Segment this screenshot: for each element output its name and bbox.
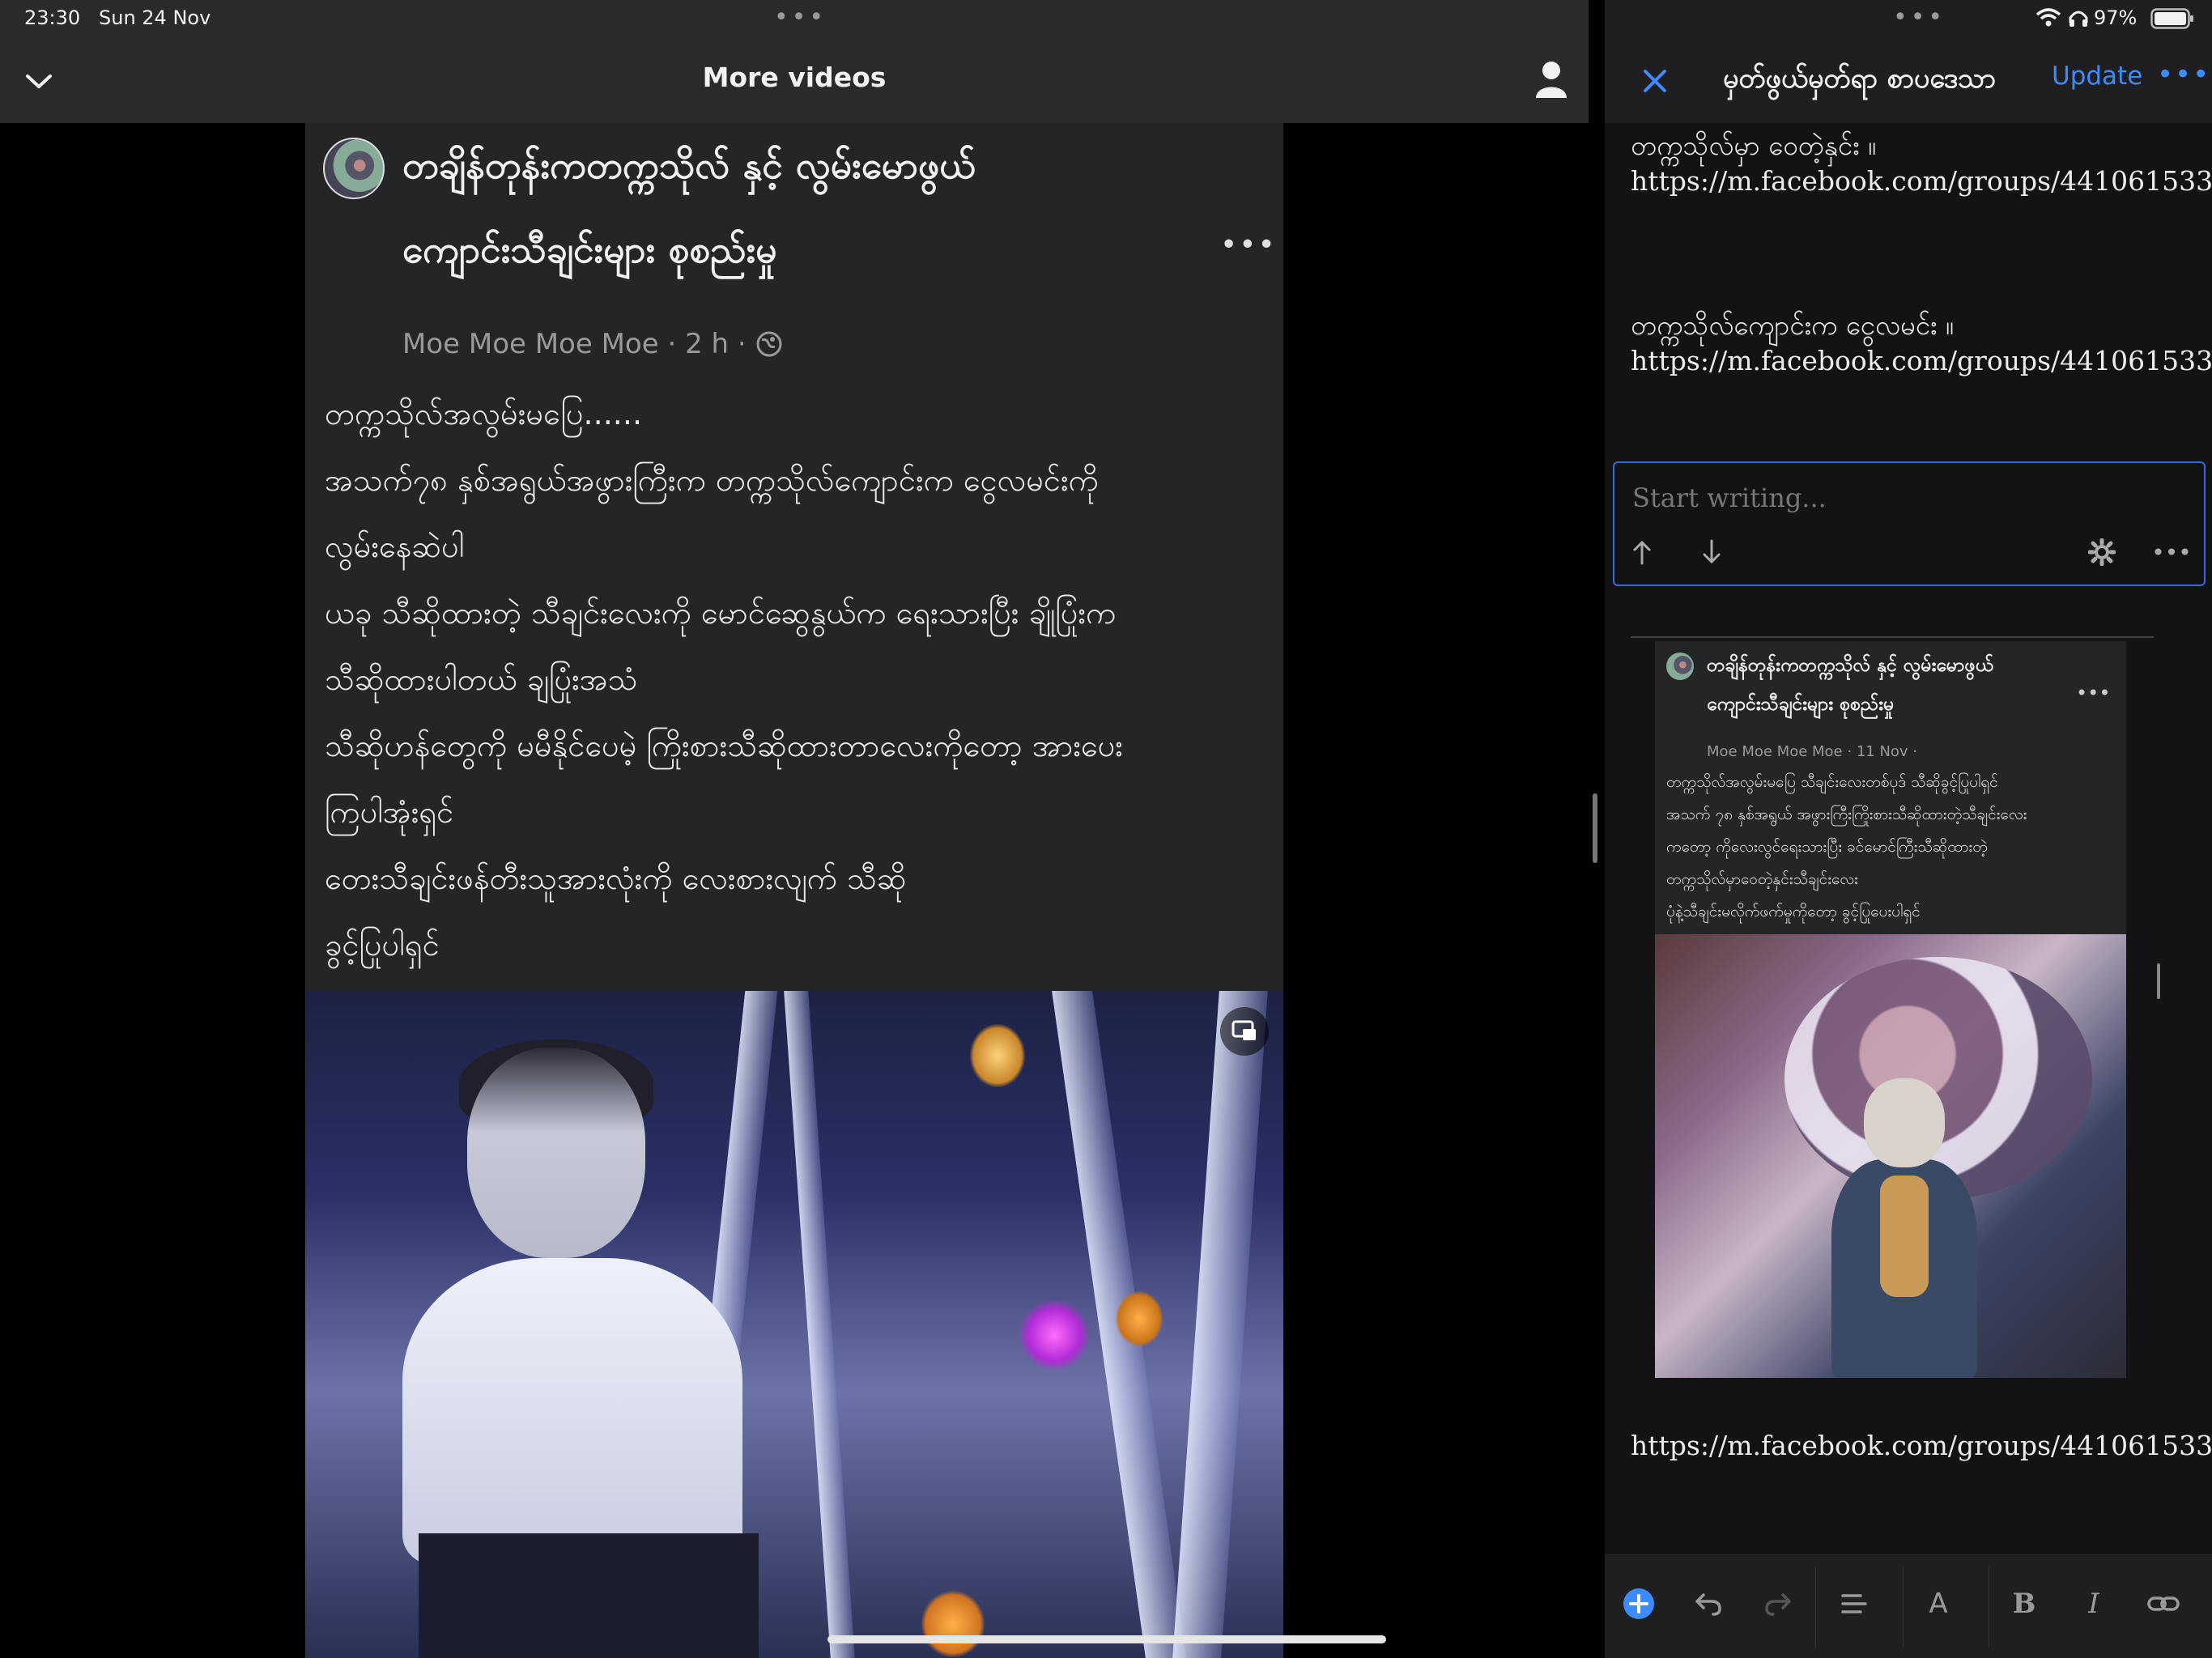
post-body: တက္ကသိုလ်အလွမ်းမပြေ...... အသက်၇၈ နှစ်အရွ… xyxy=(325,380,1272,978)
post-body-line: အသက်၇၈ နှစ်အရွယ်အဖွားကြီးက တက္ကသိုလ်ကျော… xyxy=(325,462,1099,498)
align-icon[interactable] xyxy=(1830,1579,1878,1628)
note-paragraph[interactable]: တက္ကသိုလ်မှာ ဝေတဲ့နှင်း ။ https://m.face… xyxy=(1631,128,2212,199)
video-nav-bar: More videos xyxy=(0,37,1589,123)
new-paragraph-block[interactable]: Start writing... ••• xyxy=(1613,461,2206,586)
undo-icon[interactable] xyxy=(1684,1579,1733,1628)
toolbar-divider xyxy=(1815,1567,1816,1647)
embed-avatar xyxy=(1666,653,1694,680)
italic-button[interactable]: I xyxy=(2069,1579,2118,1628)
embed-time: 11 Nov xyxy=(1856,743,1908,760)
nav-title: More videos xyxy=(702,62,887,93)
battery-percent: 97% xyxy=(2094,6,2138,29)
embed-body-line: အသက် ၇၈ နှစ်အရွယ် အဖွားကြီးကြိုးစားသီဆို… xyxy=(1666,806,2027,823)
embed-more-icon: ••• xyxy=(2076,682,2111,704)
bold-button[interactable]: B xyxy=(2000,1579,2048,1628)
move-up-icon[interactable] xyxy=(1626,534,1658,570)
meta-separator: · xyxy=(737,328,747,360)
video-lantern xyxy=(1115,1290,1163,1347)
multitask-dots-icon[interactable]: ••• xyxy=(774,3,827,32)
embed-meta: Moe Moe Moe Moe · 11 Nov · xyxy=(1707,743,1918,760)
multitask-dots-icon[interactable]: ••• xyxy=(1893,3,1946,32)
post-body-line: တေးသီချင်းဖန်တီးသူအားလုံးကို လေးစားလျက် … xyxy=(325,861,907,896)
post-body-line: တက္ကသိုလ်အလွမ်းမပြေ...... xyxy=(325,396,643,432)
editor-toolbar: A B I xyxy=(1605,1554,2212,1658)
video-person xyxy=(402,1039,759,1658)
group-avatar[interactable] xyxy=(323,138,385,199)
picture-in-picture-icon[interactable] xyxy=(1220,1007,1269,1056)
battery-icon xyxy=(2150,8,2194,32)
status-bar-right: ••• 97% xyxy=(1605,0,2212,37)
note-paragraph-text: တက္ကသိုလ်မှာ ဝေတဲ့နှင်း ။ https://m.face… xyxy=(1631,130,2212,197)
video-player[interactable] xyxy=(305,991,1283,1658)
group-title[interactable]: တချိန်တုန်းကတက္ကသိုလ် နှင့် လွမ်းမောဖွယ်… xyxy=(402,123,985,291)
note-url[interactable]: https://m.facebook.com/groups/4410615330… xyxy=(1631,1428,2212,1464)
post-body-line: သီဆိုဟန်တွေကို မမီနိုင်ပေမဲ့ ကြိုးစားသီဆ… xyxy=(325,728,1123,763)
video-lantern xyxy=(921,1590,985,1658)
update-button[interactable]: Update xyxy=(2052,62,2142,91)
redo-icon[interactable] xyxy=(1754,1579,1802,1628)
post-body-line: လွမ်းနေဆဲပါ xyxy=(325,529,465,564)
embed-person xyxy=(1831,1078,1977,1378)
post-card: တချိန်တုန်းကတက္ကသိုလ် နှင့် လွမ်းမောဖွယ်… xyxy=(305,123,1283,991)
embedded-screenshot[interactable]: တချိန်တုန်းကတက္ကသိုလ် နှင့် လွမ်းမောဖွယ်… xyxy=(1655,641,2126,1378)
video-lantern xyxy=(1018,1299,1091,1371)
video-tree xyxy=(784,991,855,1658)
add-block-icon[interactable] xyxy=(1614,1579,1663,1628)
profile-icon[interactable] xyxy=(1529,55,1574,104)
embed-title: တချိန်တုန်းကတက္ကသိုလ် နှင့် လွမ်းမောဖွယ်… xyxy=(1707,655,1993,715)
embed-body-line: တက္ကသိုလ်အလွမ်းမပြေ သီချင်းလေးတစ်ပုဒ် သီ… xyxy=(1666,773,1998,791)
gear-icon[interactable] xyxy=(2084,534,2120,570)
embed-body-line: တက္ကသိုလ်မှာဝေတဲ့နှင်းသီချင်းလေး xyxy=(1666,870,1858,888)
split-view-handle[interactable] xyxy=(1593,793,1597,863)
post-more-icon[interactable]: ••• xyxy=(1220,228,1277,261)
post-body-line: ယခု သီဆိုထားတဲ့ သီချင်းလေးကို မောင်ဆွေနွ… xyxy=(325,595,1117,631)
embed-author: Moe Moe Moe Moe xyxy=(1707,743,1843,760)
writing-placeholder[interactable]: Start writing... xyxy=(1632,483,1827,513)
close-icon[interactable] xyxy=(1636,62,1674,100)
embed-scrollbar[interactable] xyxy=(2157,963,2160,999)
status-date: Sun 24 Nov xyxy=(99,6,211,29)
note-paragraph-text: တက္ကသိုလ်ကျောင်းက ငွေလမင်း ။ https://m.f… xyxy=(1631,309,2212,376)
post-author[interactable]: Moe Moe Moe Moe xyxy=(402,328,659,360)
facebook-video-pane: 23:30 Sun 24 Nov ••• More videos တချိန်တ… xyxy=(0,0,1589,1658)
embed-body-line: ကတော့ ကိုလေးလွင်ရေးသားပြီး ခင်မောင်ကြီးသ… xyxy=(1666,838,1988,856)
move-down-icon[interactable] xyxy=(1695,534,1728,570)
post-body-line: ခွင့်ပြုပါရှင် xyxy=(325,927,440,963)
wifi-icon xyxy=(2035,8,2061,31)
globe-icon xyxy=(755,330,783,365)
notes-editor-pane: ••• 97% မှတ်ဖွယ်မှတ်ရာ စာပဒေသာ Update ••… xyxy=(1605,0,2212,1658)
post-meta: Moe Moe Moe Moe · 2 h · xyxy=(402,328,783,365)
editor-nav-bar: မှတ်ဖွယ်မှတ်ရာ စာပဒေသာ Update ••• xyxy=(1605,37,2212,123)
status-bar-left: 23:30 Sun 24 Nov ••• xyxy=(0,0,1589,37)
post-time: 2 h xyxy=(685,328,730,360)
embed-separator xyxy=(1631,636,2154,638)
embed-body: တက္ကသိုလ်အလွမ်းမပြေ သီချင်းလေးတစ်ပုဒ် သီ… xyxy=(1666,766,2116,928)
more-options-icon[interactable]: ••• xyxy=(2157,58,2210,91)
embed-body-line: ပုံနဲ့သီချင်းမလိုက်ဖက်မှုကိုတော့ ခွင့်ပြ… xyxy=(1666,903,1921,920)
video-lantern xyxy=(969,1023,1026,1088)
video-tree xyxy=(1172,991,1268,1658)
note-paragraph[interactable]: တက္ကသိုလ်ကျောင်းက ငွေလမင်း ။ https://m.f… xyxy=(1631,308,2212,379)
toolbar-divider xyxy=(1903,1567,1904,1647)
link-icon[interactable] xyxy=(2139,1579,2188,1628)
block-more-icon[interactable]: ••• xyxy=(2149,534,2194,570)
post-body-line: ကြပါအုံးရှင် xyxy=(325,794,454,830)
home-indicator[interactable] xyxy=(827,1635,1386,1643)
meta-separator: · xyxy=(667,328,677,360)
text-style-button[interactable]: A xyxy=(1914,1579,1963,1628)
status-time: 23:30 xyxy=(24,6,81,29)
post-body-line: သီဆိုထားပါတယ် ချပြုံးအသံ xyxy=(325,661,638,697)
note-title[interactable]: မှတ်ဖွယ်မှတ်ရာ စာပဒေသာ xyxy=(1723,60,1996,101)
headphones-icon xyxy=(2068,8,2089,31)
